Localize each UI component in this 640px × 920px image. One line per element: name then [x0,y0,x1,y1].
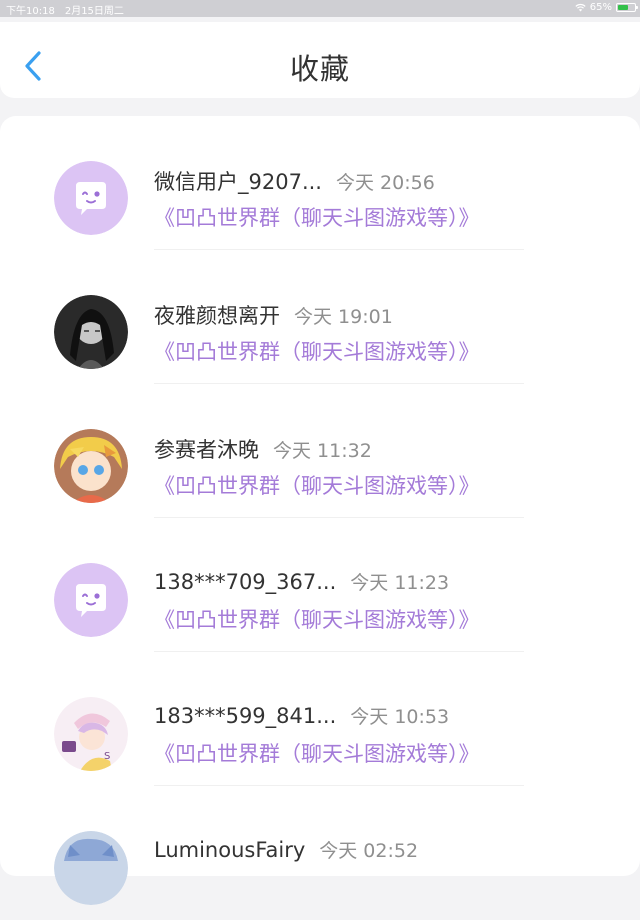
battery-percent: 65% [589,2,612,13]
item-time: 今天 10:53 [350,706,450,728]
page-title: 收藏 [289,52,350,86]
list-item[interactable]: 参赛者沐晚 今天 11:32 《凹凸世界群（聊天斗图游戏等）》 [0,384,640,518]
status-date: 2月15日周二 [64,6,124,17]
user-name: 138***709_367... 今天 11:23 [154,568,449,595]
favorites-list: 微信用户_9207... 今天 20:56 《凹凸世界群（聊天斗图游戏等）》 夜雅… [0,116,640,905]
user-name: LuminousFairy 今天 02:52 [154,836,418,863]
user-name-text: LuminousFairy [154,838,306,862]
user-avatar[interactable]: S [54,697,128,771]
status-time: 下午10:18 [6,6,55,17]
list-item[interactable]: 138***709_367... 今天 11:23 《凹凸世界群（聊天斗图游戏等）… [0,518,640,652]
battery-icon [616,3,638,12]
user-name: 微信用户_9207... 今天 20:56 [154,166,435,196]
user-name: 参赛者沐晚 今天 11:32 [154,434,372,464]
group-name: 《凹凸世界群（聊天斗图游戏等）》 [154,206,480,230]
user-name: 夜雅颜想离开 今天 19:01 [154,300,393,330]
item-time: 今天 02:52 [319,840,419,862]
group-name: 《凹凸世界群（聊天斗图游戏等）》 [154,742,480,766]
wifi-icon [575,3,586,12]
status-bar: 下午10:18 2月15日周二 65% [0,0,640,17]
user-name-text: 183***599_841... [154,704,337,728]
status-right: 65% [575,2,638,13]
item-time: 今天 19:01 [294,306,393,328]
item-time: 今天 20:56 [335,172,435,194]
svg-text:S: S [104,751,110,762]
default-avatar-icon[interactable] [54,563,128,637]
battery-fill [618,5,628,10]
list-item[interactable]: 微信用户_9207... 今天 20:56 《凹凸世界群（聊天斗图游戏等）》 [0,116,640,250]
list-item[interactable]: S 183***599_841... 今天 10:53 《凹凸世界群（聊天斗图游戏… [0,652,640,786]
group-name: 《凹凸世界群（聊天斗图游戏等）》 [154,608,480,632]
status-left: 下午10:18 2月15日周二 [6,2,134,17]
user-avatar[interactable] [54,295,128,369]
item-time: 今天 11:23 [350,572,450,594]
user-name-text: 微信用户_9207... [154,170,322,194]
battery-tip [636,6,638,9]
group-name: 《凹凸世界群（聊天斗图游戏等）》 [154,340,480,364]
user-avatar[interactable] [54,831,128,905]
user-name: 183***599_841... 今天 10:53 [154,702,449,729]
user-name-text: 参赛者沐晚 [154,438,259,462]
list-item[interactable]: LuminousFairy 今天 02:52 [0,786,640,920]
default-avatar-icon[interactable] [54,161,128,235]
group-name: 《凹凸世界群（聊天斗图游戏等）》 [154,474,480,498]
header: 收藏 [0,22,640,98]
item-time: 今天 11:32 [273,440,372,462]
user-name-text: 138***709_367... [154,570,337,594]
user-avatar[interactable] [54,429,128,503]
list-item[interactable]: 夜雅颜想离开 今天 19:01 《凹凸世界群（聊天斗图游戏等）》 [0,250,640,384]
user-name-text: 夜雅颜想离开 [154,304,280,328]
